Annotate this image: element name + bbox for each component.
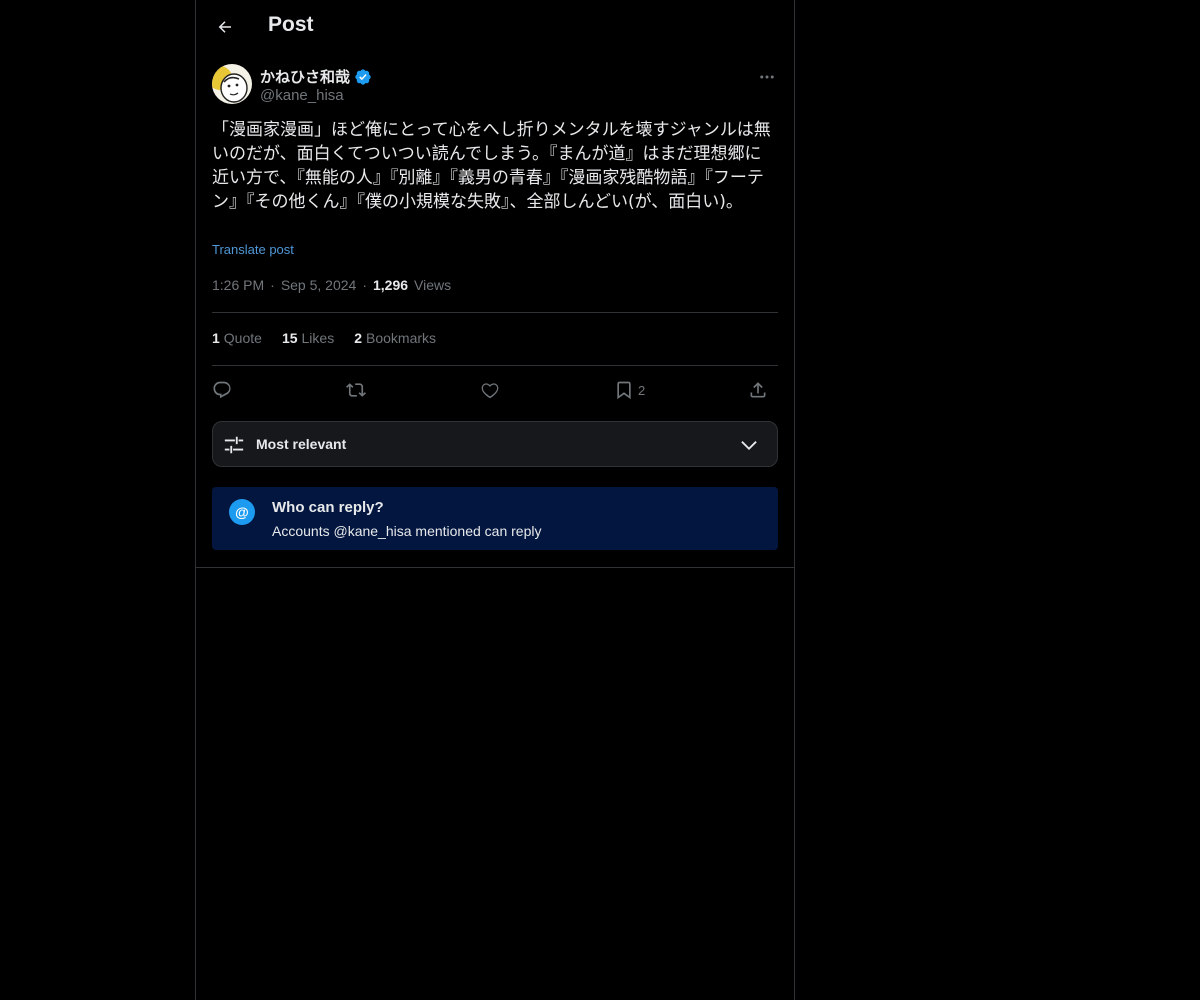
share-button[interactable] bbox=[748, 378, 768, 402]
likes-count: 15 bbox=[281, 330, 298, 346]
handle[interactable]: @kane_hisa bbox=[260, 87, 344, 104]
repost-button[interactable] bbox=[346, 378, 366, 402]
display-name[interactable]: かねひさ和哉 bbox=[260, 66, 350, 87]
bookmark-icon bbox=[617, 381, 631, 400]
action-bar: 2 bbox=[212, 378, 778, 402]
post-date[interactable]: Sep 5, 2024 bbox=[281, 277, 357, 293]
more-icon bbox=[760, 75, 774, 79]
chevron-down-icon bbox=[741, 441, 757, 451]
reply-icon bbox=[213, 381, 231, 399]
meta-separator: · bbox=[270, 277, 275, 293]
quotes-label: Quote bbox=[223, 330, 262, 346]
bookmark-button[interactable]: 2 bbox=[614, 378, 645, 402]
bookmarks-stat[interactable]: 2 Bookmarks bbox=[354, 330, 436, 346]
share-icon bbox=[750, 382, 766, 398]
reply-restriction-notice: @ Who can reply? Accounts @kane_hisa men… bbox=[212, 487, 778, 550]
meta-separator: · bbox=[362, 277, 367, 293]
divider bbox=[212, 312, 778, 313]
views-label: Views bbox=[414, 277, 452, 293]
avatar-image bbox=[212, 64, 252, 104]
likes-stat[interactable]: 15 Likes bbox=[282, 330, 334, 346]
name-row: かねひさ和哉 bbox=[260, 66, 372, 87]
heart-icon bbox=[481, 383, 499, 399]
post-time[interactable]: 1:26 PM bbox=[212, 277, 264, 293]
at-sign-icon: @ bbox=[229, 499, 255, 525]
avatar[interactable] bbox=[212, 64, 252, 104]
likes-label: Likes bbox=[301, 330, 335, 346]
quotes-count: 1 bbox=[212, 330, 220, 346]
post-metadata: 1:26 PM · Sep 5, 2024 · 1,296 Views bbox=[212, 277, 451, 293]
quotes-stat[interactable]: 1 Quote bbox=[212, 330, 262, 346]
verified-badge-icon[interactable] bbox=[354, 68, 372, 86]
views-count: 1,296 bbox=[373, 277, 409, 293]
like-button[interactable] bbox=[480, 378, 500, 402]
reply-button[interactable] bbox=[212, 378, 232, 402]
back-button[interactable] bbox=[212, 14, 238, 40]
repost-icon bbox=[346, 383, 366, 397]
post-column: Post かねひさ和哉 @kane_hisa 「漫画家漫画」ほど俺にとって心をへ bbox=[195, 0, 795, 1000]
translate-post-link[interactable]: Translate post bbox=[212, 242, 294, 257]
engagement-stats: 1 Quote 15 Likes 2 Bookmarks bbox=[212, 330, 436, 346]
bookmarks-label: Bookmarks bbox=[366, 330, 437, 346]
post-author: かねひさ和哉 @kane_hisa bbox=[196, 64, 794, 120]
sort-label: Most relevant bbox=[256, 436, 347, 452]
reply-sort-dropdown[interactable]: Most relevant bbox=[212, 421, 778, 467]
reply-restriction-subtitle: Accounts @kane_hisa mentioned can reply bbox=[272, 523, 542, 539]
divider bbox=[196, 567, 794, 568]
bookmark-count: 2 bbox=[638, 382, 646, 398]
reply-restriction-title: Who can reply? bbox=[272, 499, 384, 516]
bookmarks-count: 2 bbox=[354, 330, 362, 346]
post-text: 「漫画家漫画」ほど俺にとって心をへし折りメンタルを壊すジャンルは無いのだが、面白… bbox=[212, 120, 771, 212]
header: Post bbox=[196, 0, 794, 54]
arrow-left-icon bbox=[218, 21, 231, 33]
page-title: Post bbox=[268, 13, 314, 36]
divider bbox=[212, 365, 778, 366]
more-options-button[interactable] bbox=[756, 66, 778, 88]
sliders-icon bbox=[224, 436, 244, 454]
